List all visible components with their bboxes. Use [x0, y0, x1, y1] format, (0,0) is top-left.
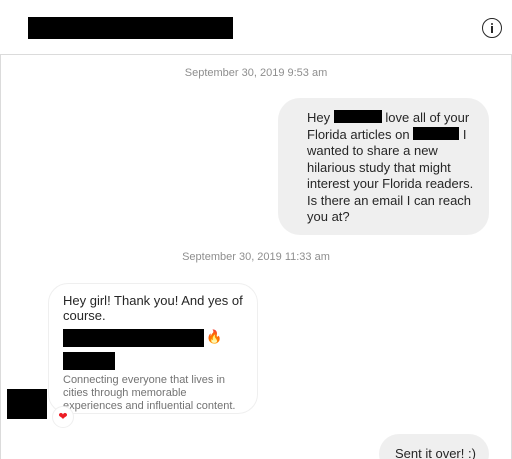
redacted-name: [333, 110, 382, 123]
chat-header: [0, 0, 512, 55]
message-greeting: Hey girl! Thank you! And yes of course.: [63, 293, 243, 323]
redacted-text: [63, 329, 204, 347]
timestamp-1: September 30, 2019 9:53 am: [184, 67, 328, 79]
info-icon-dot: [491, 22, 493, 25]
info-icon[interactable]: [482, 18, 502, 38]
outgoing-message-partial[interactable]: Sent it over! :): [379, 434, 489, 459]
incoming-message[interactable]: Hey girl! Thank you! And yes of course. …: [48, 283, 258, 414]
heart-icon[interactable]: ❤: [52, 406, 74, 428]
redacted-line-2: [63, 352, 115, 370]
outgoing-message[interactable]: Hey love all of your Florida articles on…: [278, 98, 489, 235]
redacted-avatar: [7, 389, 47, 419]
fire-icon: 🔥: [206, 329, 223, 344]
info-icon-bar: [491, 26, 493, 33]
timestamp-2: September 30, 2019 11:33 am: [182, 251, 330, 263]
redacted-contact-name: [28, 17, 233, 39]
message-bio: Connecting everyone that lives in cities…: [63, 374, 236, 412]
partial-message-text: Sent it over! :): [395, 446, 476, 459]
redacted-publication: [413, 126, 460, 140]
message-text-part1: Hey: [307, 110, 331, 125]
redacted-line-1: 🔥: [63, 329, 245, 348]
